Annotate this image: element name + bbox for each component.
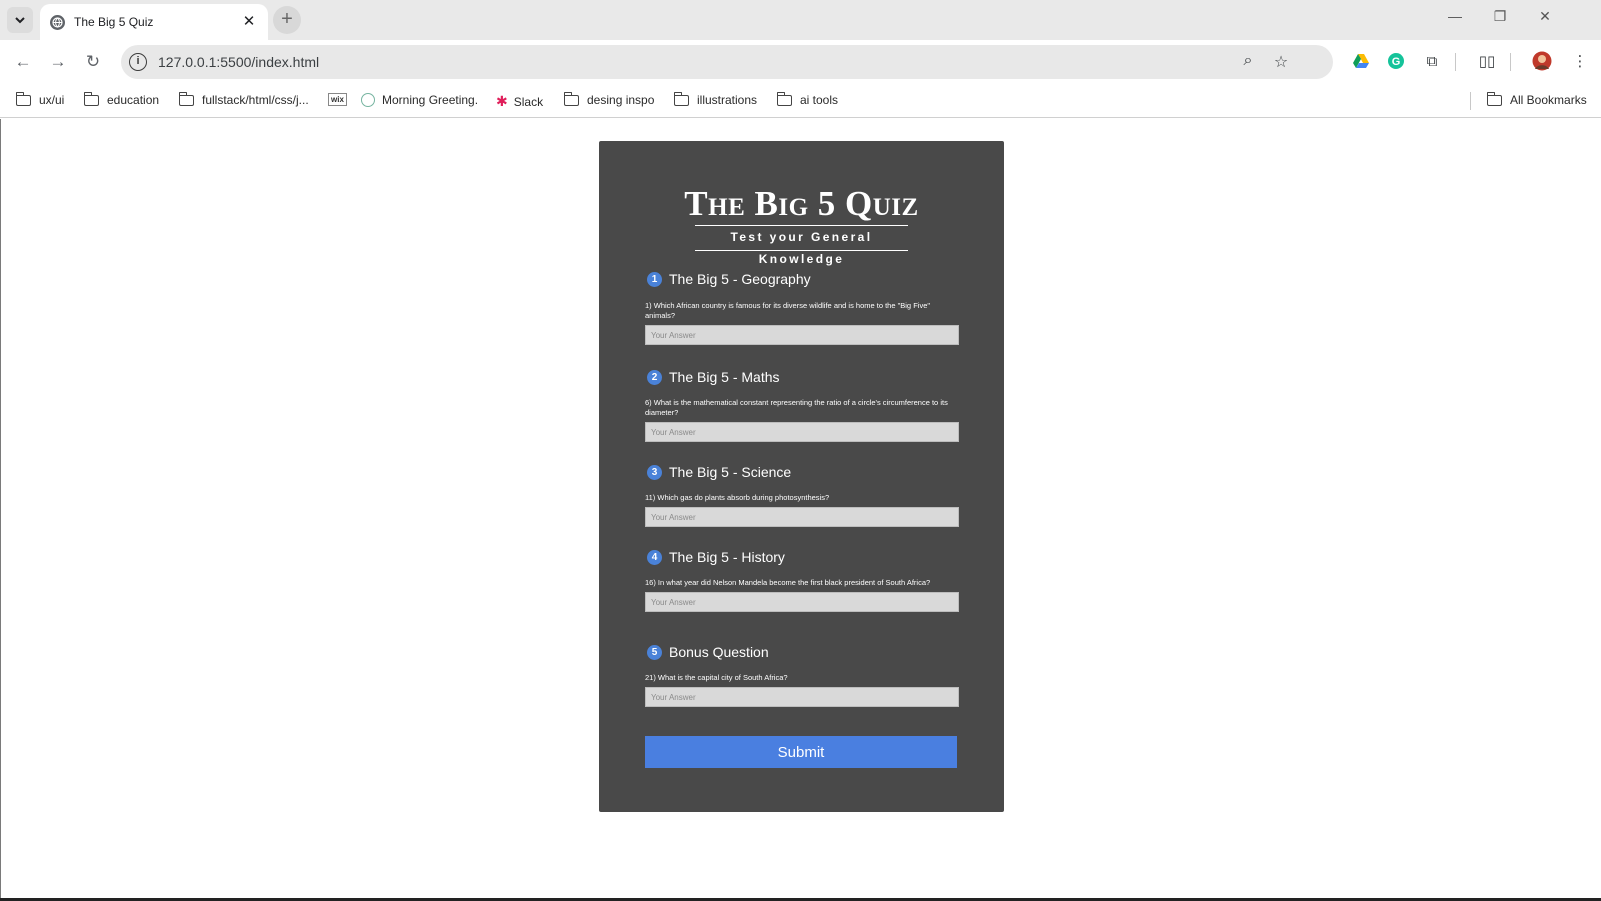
chatgpt-icon xyxy=(361,93,375,107)
bookmarks-bar: ux/ui education fullstack/html/css/j... … xyxy=(0,84,1601,118)
zoom-icon[interactable]: ⌕ xyxy=(1238,52,1258,70)
new-tab-button[interactable]: + xyxy=(273,6,301,34)
bookmark-item[interactable]: ux/ui xyxy=(15,91,65,107)
subtitle-frame: Test your General Knowledge xyxy=(695,225,908,266)
section-header: 1 The Big 5 - Geography xyxy=(645,268,961,290)
bookmark-item[interactable]: wix xyxy=(328,93,354,106)
slack-icon: ✱ xyxy=(496,93,508,109)
address-bar[interactable]: i 127.0.0.1:5500/index.html ⌕ ☆ xyxy=(121,45,1333,79)
bookmark-label: desing inspo xyxy=(587,93,655,107)
section-header: 2 The Big 5 - Maths xyxy=(645,366,961,388)
bookmark-item[interactable]: desing inspo xyxy=(563,91,655,107)
section-science: 3 The Big 5 - Science 11) Which gas do p… xyxy=(645,461,961,527)
section-title: The Big 5 - History xyxy=(669,549,785,565)
bookmark-label: education xyxy=(107,93,160,107)
forward-icon[interactable]: → xyxy=(47,51,69,73)
url-text[interactable]: 127.0.0.1:5500/index.html xyxy=(158,54,319,70)
section-geography: 1 The Big 5 - Geography 1) Which African… xyxy=(645,268,961,345)
section-title: The Big 5 - Geography xyxy=(669,271,811,287)
section-title: The Big 5 - Science xyxy=(669,464,792,480)
section-title: The Big 5 - Maths xyxy=(669,369,780,385)
bookmark-item[interactable]: illustrations xyxy=(673,91,758,107)
section-bonus: 5 Bonus Question 21) What is the capital… xyxy=(645,641,961,707)
question-text: 16) In what year did Nelson Mandela beco… xyxy=(645,578,931,587)
section-number-badge: 1 xyxy=(647,271,662,287)
close-window-icon[interactable]: ✕ xyxy=(1533,8,1557,25)
back-icon[interactable]: ← xyxy=(12,51,34,73)
tab-strip: The Big 5 Quiz ✕ + — ❐ ✕ xyxy=(0,0,1601,40)
grammarly-icon[interactable]: G xyxy=(1386,51,1406,71)
folder-icon xyxy=(563,91,579,106)
restore-icon[interactable]: ❐ xyxy=(1488,8,1512,25)
bookmark-label: illustrations xyxy=(697,93,758,107)
active-tab[interactable]: The Big 5 Quiz ✕ xyxy=(40,4,268,40)
section-number-badge: 5 xyxy=(647,644,662,660)
minimize-icon[interactable]: — xyxy=(1443,8,1467,24)
section-history: 4 The Big 5 - History 16) In what year d… xyxy=(645,546,961,612)
bookmarks-divider xyxy=(1470,92,1471,110)
toolbar-divider xyxy=(1510,53,1511,71)
section-header: 4 The Big 5 - History xyxy=(645,546,961,568)
section-number-badge: 3 xyxy=(647,464,662,480)
folder-icon xyxy=(178,91,194,106)
folder-icon xyxy=(83,91,99,106)
answer-input[interactable] xyxy=(645,507,959,527)
quiz-subtitle: Test your General Knowledge xyxy=(730,230,873,266)
section-number-badge: 4 xyxy=(647,549,662,565)
question-text: 21) What is the capital city of South Af… xyxy=(645,673,788,682)
bookmark-item[interactable]: ai tools xyxy=(776,91,839,107)
profile-avatar[interactable] xyxy=(1532,51,1552,71)
bookmark-item[interactable]: education xyxy=(83,91,160,107)
chevron-down-icon xyxy=(15,16,25,23)
bookmark-label: fullstack/html/css/j... xyxy=(202,93,309,107)
globe-icon xyxy=(50,14,65,30)
bookmark-item[interactable]: fullstack/html/css/j... xyxy=(178,91,309,107)
bookmark-label: All Bookmarks xyxy=(1510,93,1587,107)
extensions-icon[interactable]: ⧉ xyxy=(1422,51,1442,71)
bookmark-star-icon[interactable]: ☆ xyxy=(1271,52,1291,72)
section-number-badge: 2 xyxy=(647,369,662,385)
folder-icon xyxy=(1486,91,1502,106)
google-drive-icon[interactable] xyxy=(1351,51,1371,71)
question-text: 1) Which African country is famous for i… xyxy=(645,301,931,320)
reading-mode-icon[interactable]: ▯▯ xyxy=(1477,51,1497,71)
section-title: Bonus Question xyxy=(669,644,769,660)
bookmark-label: Slack xyxy=(513,94,544,109)
site-info-icon[interactable]: i xyxy=(129,53,147,71)
browser-menu-icon[interactable]: ⋮ xyxy=(1570,51,1590,71)
all-bookmarks-button[interactable]: All Bookmarks xyxy=(1486,91,1587,107)
answer-input[interactable] xyxy=(645,422,959,442)
answer-input[interactable] xyxy=(645,592,959,612)
bookmark-label: ux/ui xyxy=(39,93,65,107)
folder-icon xyxy=(673,91,689,106)
toolbar-divider xyxy=(1455,53,1456,71)
question-text: 11) Which gas do plants absorb during ph… xyxy=(645,493,830,502)
answer-input[interactable] xyxy=(645,687,959,707)
tab-search-button[interactable] xyxy=(7,7,33,33)
quiz-title: The Big 5 Quiz xyxy=(684,184,919,223)
reload-icon[interactable]: ↻ xyxy=(82,51,104,73)
answer-input[interactable] xyxy=(645,325,959,345)
section-header: 5 Bonus Question xyxy=(645,641,961,663)
submit-button[interactable]: Submit xyxy=(645,736,957,768)
section-maths: 2 The Big 5 - Maths 6) What is the mathe… xyxy=(645,366,961,442)
close-tab-icon[interactable]: ✕ xyxy=(240,13,258,31)
quiz-card: The Big 5 Quiz Test your General Knowled… xyxy=(599,141,1004,812)
svg-text:G: G xyxy=(1392,56,1401,68)
folder-icon xyxy=(15,91,31,106)
wix-icon: wix xyxy=(328,93,347,106)
section-header: 3 The Big 5 - Science xyxy=(645,461,961,483)
bookmark-item[interactable]: Morning Greeting. xyxy=(361,93,478,107)
folder-icon xyxy=(776,91,792,106)
tab-title: The Big 5 Quiz xyxy=(74,15,154,29)
bookmark-item[interactable]: ✱ Slack xyxy=(496,93,543,110)
question-text: 6) What is the mathematical constant rep… xyxy=(645,398,948,417)
bookmark-label: Morning Greeting. xyxy=(382,93,479,107)
bookmark-label: ai tools xyxy=(800,93,839,107)
